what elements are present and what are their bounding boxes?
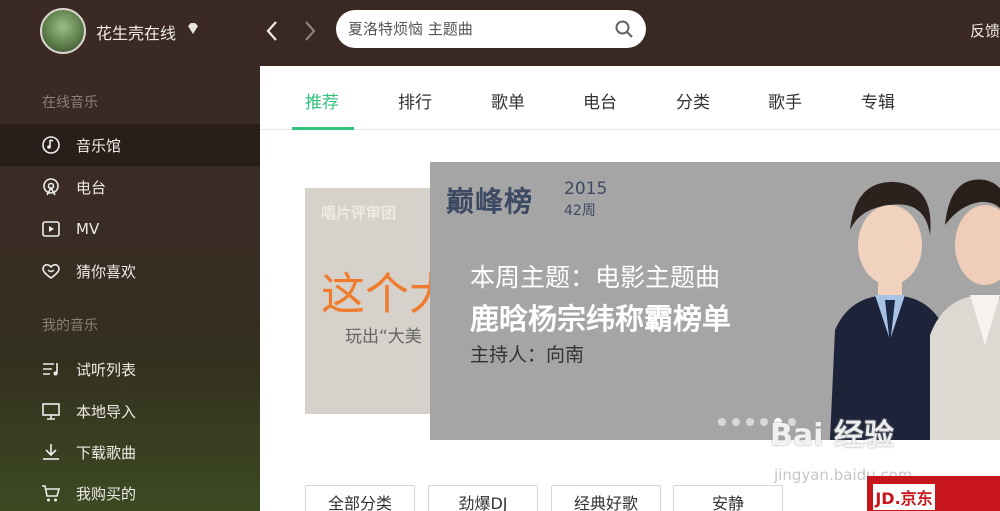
watermark-logo: Bai 经验 <box>770 418 894 453</box>
sidebar-item-downloads[interactable]: 下载歌曲 <box>0 431 260 473</box>
feedback-link[interactable]: 反馈 <box>970 20 1000 41</box>
sidebar: 花生壳在线 在线音乐 音乐馆 电台 MV 猜你喜欢 我的音乐 试听列表 本地导入… <box>0 0 260 511</box>
artist-photo-2 <box>930 179 1000 440</box>
banner-year: 2015 <box>564 179 608 199</box>
music-hall-icon <box>40 134 62 156</box>
sidebar-item-local-import[interactable]: 本地导入 <box>0 390 260 432</box>
playlist-icon <box>40 358 62 380</box>
banner-dot[interactable] <box>760 418 768 426</box>
sidebar-item-label: MV <box>76 220 100 238</box>
sidebar-item-label: 试听列表 <box>76 360 137 379</box>
category-dj-button[interactable]: 劲爆DJ <box>428 485 538 511</box>
sidebar-item-label: 音乐馆 <box>76 136 122 155</box>
sidebar-item-mv[interactable]: MV <box>0 208 260 250</box>
monitor-icon <box>40 400 62 422</box>
tab-categories[interactable]: 分类 <box>676 88 710 113</box>
diamond-vip-icon[interactable] <box>186 22 200 36</box>
tab-playlists[interactable]: 歌单 <box>491 88 525 113</box>
sidebar-item-label: 电台 <box>76 178 107 197</box>
sidebar-item-playlist[interactable]: 试听列表 <box>0 348 260 390</box>
sidebar-item-purchased[interactable]: 我购买的 <box>0 472 260 511</box>
banner-topic: 本周主题：电影主题曲 <box>470 263 721 292</box>
banner-dot[interactable] <box>746 418 754 426</box>
forward-button[interactable] <box>298 16 322 46</box>
search-icon[interactable] <box>614 19 634 39</box>
tab-ranking[interactable]: 排行 <box>398 88 432 113</box>
download-icon <box>40 441 62 463</box>
sidebar-item-music-hall[interactable]: 音乐馆 <box>0 124 260 166</box>
tab-albums[interactable]: 专辑 <box>861 88 895 113</box>
sidebar-item-label: 猜你喜欢 <box>76 262 137 281</box>
banner-slide-current[interactable]: 巅峰榜 2015 42周 本周主题：电影主题曲 鹿晗杨宗纬称霸榜单 主持人：向南 <box>430 162 1000 440</box>
category-tabs: 推荐 排行 歌单 电台 分类 歌手 专辑 <box>260 66 1000 130</box>
chevron-left-icon <box>266 21 277 41</box>
banner-headline: 鹿晗杨宗纬称霸榜单 <box>470 302 732 336</box>
category-classic-button[interactable]: 经典好歌 <box>551 485 661 511</box>
sidebar-item-label: 下载歌曲 <box>76 443 137 462</box>
banner-week: 42周 <box>564 203 596 219</box>
banner-host: 主持人：向南 <box>470 344 585 366</box>
section-title-my-music: 我的音乐 <box>42 318 98 334</box>
tab-singers[interactable]: 歌手 <box>768 88 802 113</box>
search-box[interactable] <box>336 10 646 48</box>
radio-icon <box>40 176 62 198</box>
cart-icon <box>40 482 62 504</box>
banner-brand-logo: 巅峰榜 <box>446 185 534 218</box>
mv-icon <box>40 218 62 240</box>
active-tab-indicator <box>292 127 354 130</box>
sidebar-item-label: 我购买的 <box>76 484 137 503</box>
chevron-right-icon <box>305 21 316 41</box>
banner-dot[interactable] <box>732 418 740 426</box>
banner-back-label: 唱片评审团 <box>321 204 397 222</box>
back-button[interactable] <box>260 16 284 46</box>
banner-back-subtitle: 玩出“大美 <box>345 327 422 347</box>
banner-back-title: 这个大 <box>321 269 445 320</box>
category-all-button[interactable]: 全部分类 <box>305 485 415 511</box>
avatar[interactable] <box>40 8 86 54</box>
banner-slide-previous[interactable]: 唱片评审团 这个大 玩出“大美 <box>305 188 445 414</box>
jd-logo: JD.京东 <box>871 482 937 511</box>
search-input[interactable] <box>348 20 608 38</box>
tab-recommend[interactable]: 推荐 <box>305 88 339 113</box>
sidebar-item-radio[interactable]: 电台 <box>0 166 260 208</box>
section-title-online-music: 在线音乐 <box>42 95 98 111</box>
sidebar-item-label: 本地导入 <box>76 402 137 421</box>
heart-icon <box>40 260 62 282</box>
username[interactable]: 花生壳在线 <box>96 20 176 44</box>
sidebar-item-guess-you-like[interactable]: 猜你喜欢 <box>0 250 260 292</box>
banner-dot[interactable] <box>718 418 726 426</box>
tab-radio[interactable]: 电台 <box>583 88 617 113</box>
category-quiet-button[interactable]: 安静 <box>673 485 783 511</box>
jd-ad-banner[interactable]: JD.京东 <box>867 476 1000 511</box>
